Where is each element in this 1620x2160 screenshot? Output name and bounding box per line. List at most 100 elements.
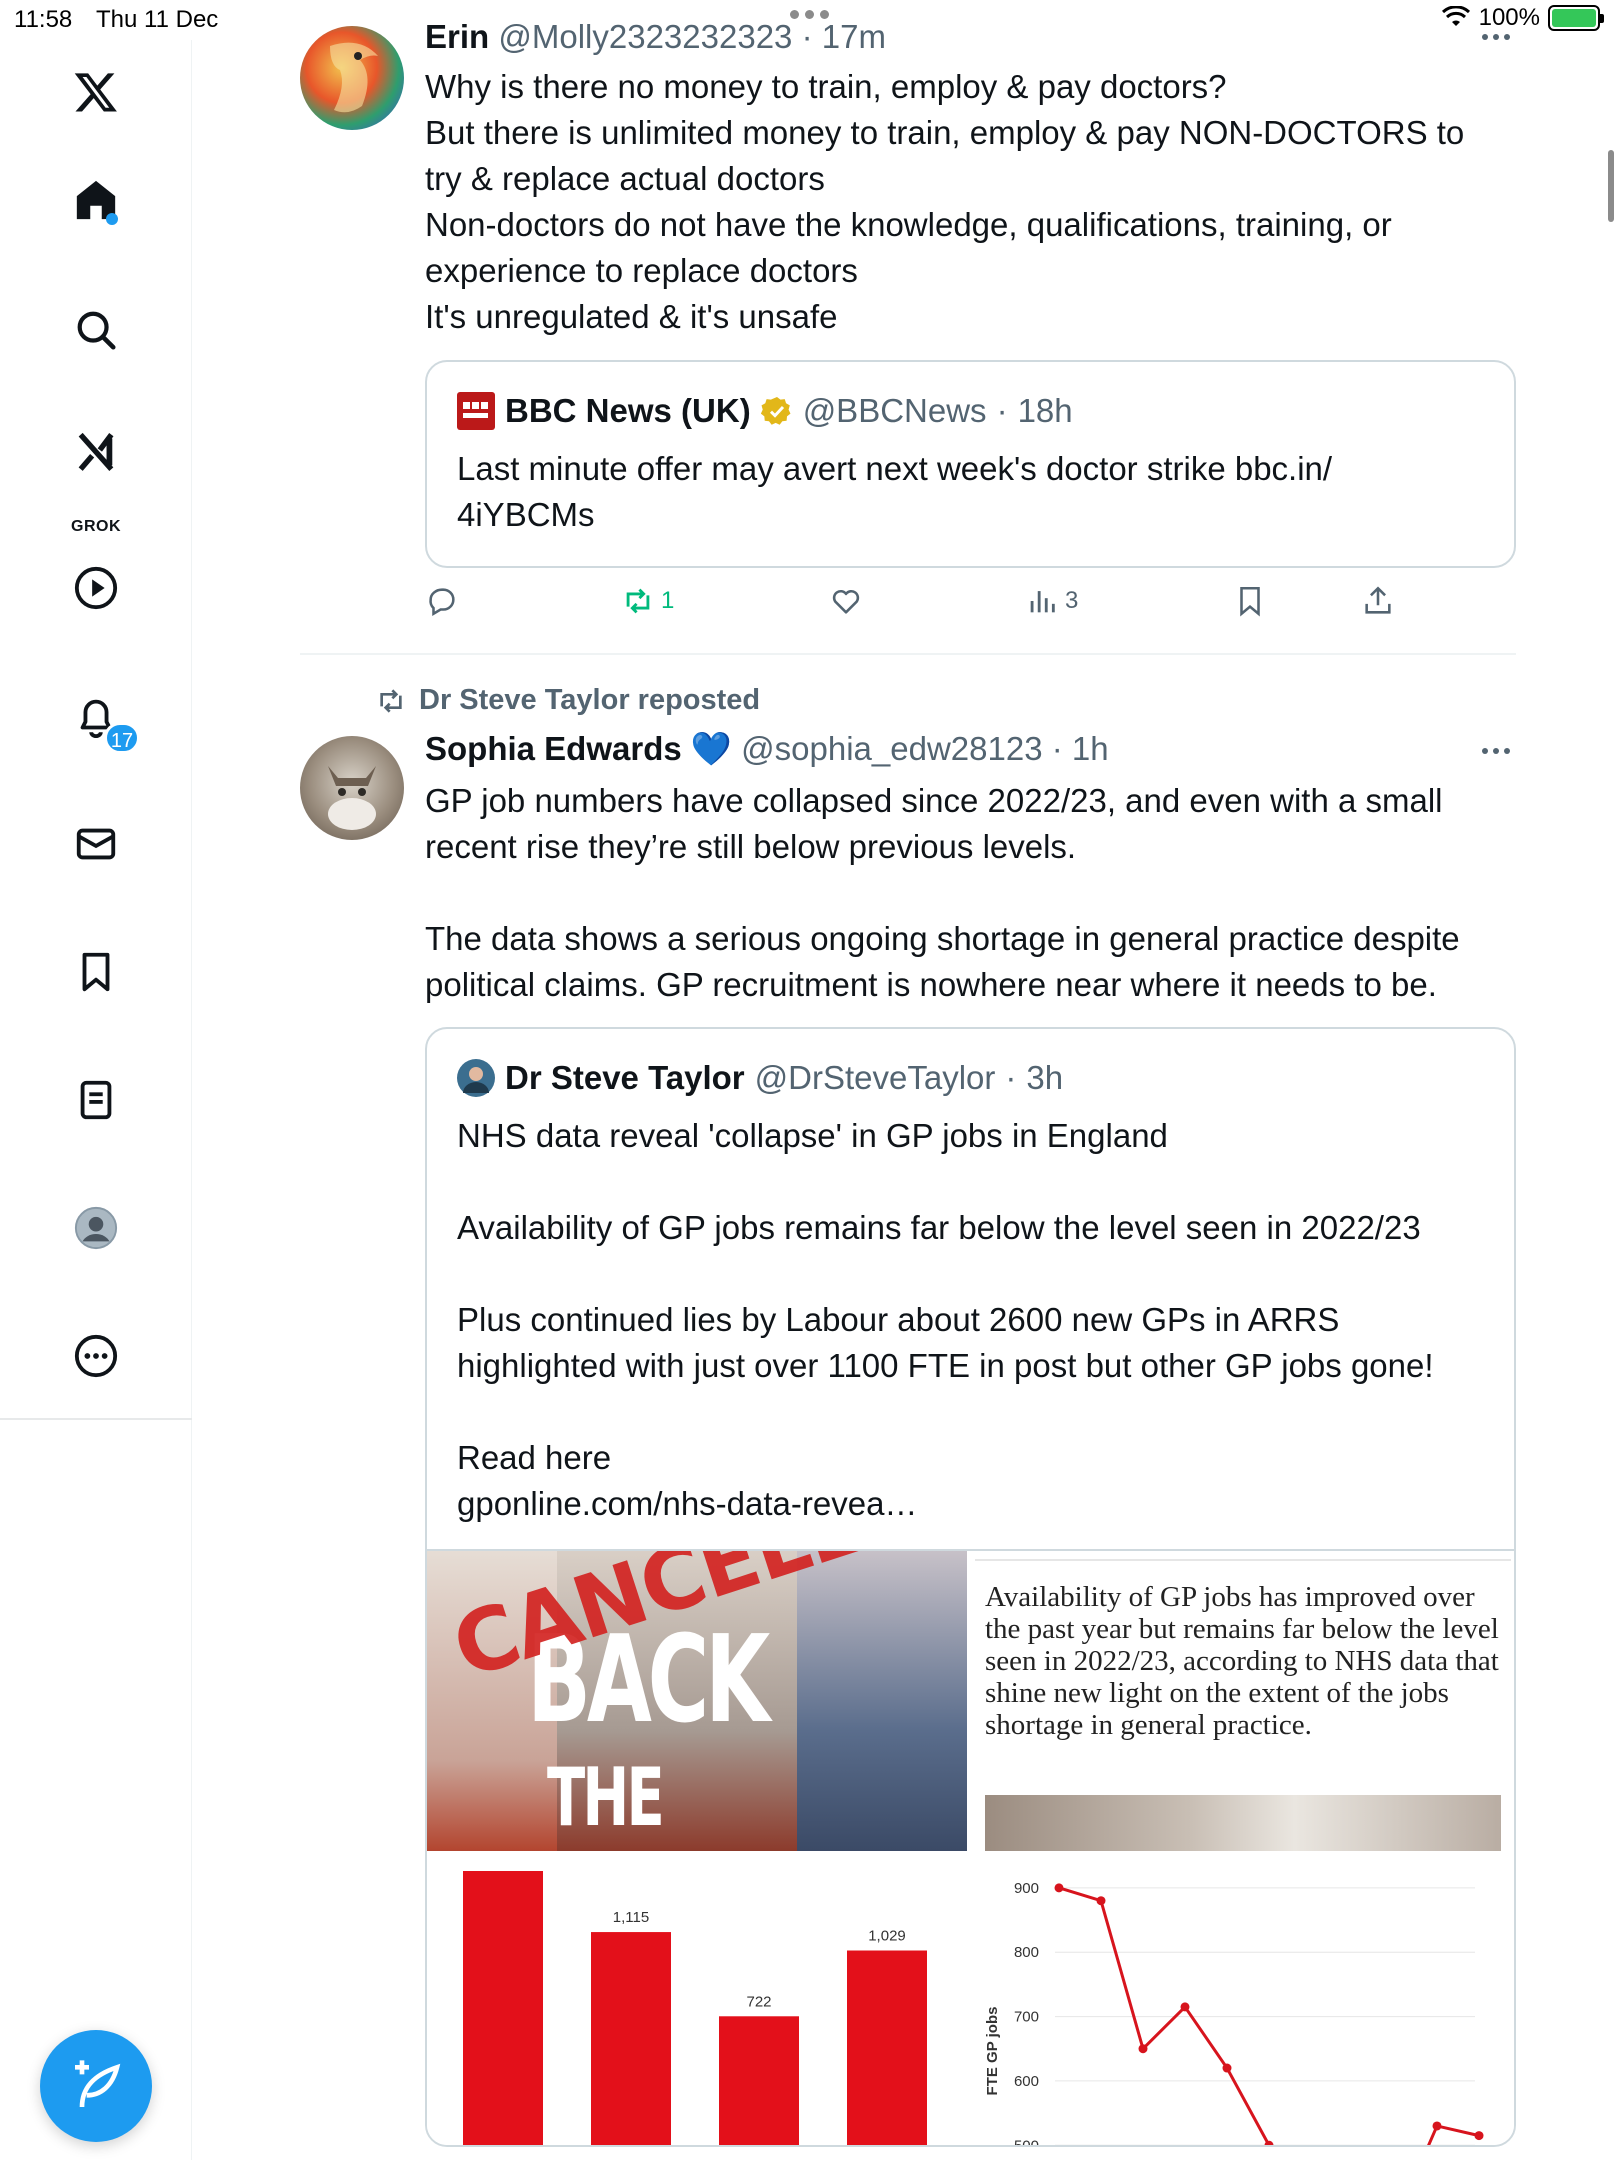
- bar-chart: 1,115 722 1,029: [427, 1851, 967, 2145]
- article-link[interactable]: gponline.com/nhs-data-revea…: [457, 1481, 1507, 1527]
- tweet-time[interactable]: 17m: [822, 18, 886, 55]
- notifications-badge: 17: [104, 722, 140, 754]
- compose-icon: [75, 2060, 121, 2108]
- article-photo-strip: [985, 1795, 1501, 1851]
- quote-author-name: BBC News (UK): [505, 392, 751, 429]
- bookmark-icon[interactable]: [66, 942, 126, 1002]
- time-separator: ·: [1042, 730, 1072, 767]
- more-icon[interactable]: [66, 1326, 126, 1386]
- tweet-erin-actions: 1 3: [425, 584, 1425, 628]
- line-chart-svg: 900 800 700 600 500 FTE GP jobs: [984, 1880, 1484, 2145]
- views-count: 3: [1065, 587, 1079, 614]
- quote-line: Availability of GP jobs remains far belo…: [457, 1209, 1421, 1246]
- views-button[interactable]: 3: [1025, 584, 1078, 618]
- repost-indicator[interactable]: Dr Steve Taylor reposted: [375, 684, 760, 717]
- retweet-button[interactable]: 1: [621, 584, 674, 618]
- compose-button[interactable]: [40, 2030, 152, 2142]
- article-image: BACK THE FAMILY CANCELLED: [427, 1551, 967, 1851]
- repost-label: Dr Steve Taylor reposted: [419, 684, 761, 716]
- quote-line: Read here: [457, 1439, 612, 1476]
- y-axis-label: FTE GP jobs: [984, 2007, 1001, 2096]
- text-line: Non-doctors do not have the knowledge, q…: [425, 206, 1392, 243]
- tweet-sophia-text: GP job numbers have collapsed since 2022…: [425, 778, 1515, 1008]
- quote-time: 18h: [1017, 392, 1073, 429]
- line-point: [1432, 2121, 1442, 2131]
- heart-icon: [832, 589, 860, 614]
- line-point: [1054, 1883, 1064, 1893]
- tweet-sophia-header: Sophia Edwards 💙 @sophia_edw28123 · 1h: [425, 730, 1109, 769]
- quote-text: NHS data reveal 'collapse' in GP jobs in…: [457, 1113, 1507, 1527]
- y-tick-label: 700: [1014, 2009, 1039, 2026]
- mail-icon[interactable]: [66, 814, 126, 874]
- bookmark-outline-icon: [1240, 586, 1260, 617]
- quote-line: highlighted with just over 1100 FTE in p…: [457, 1347, 1434, 1384]
- gold-verified-icon: [760, 397, 791, 425]
- line-point: [1096, 1896, 1106, 1906]
- text-line: Why is there no money to train, employ &…: [425, 68, 1227, 105]
- quote-header: BBC News (UK) @BBCNews · 18h: [457, 392, 1073, 430]
- quoted-tweet-steve[interactable]: Dr Steve Taylor @DrSteveTaylor · 3h NHS …: [425, 1027, 1516, 2147]
- bbc-news-logo-icon: [457, 392, 495, 430]
- cat-avatar-icon: [328, 766, 376, 830]
- share-button[interactable]: [1361, 584, 1395, 618]
- line-point: [1138, 2044, 1148, 2054]
- image-word: THE FAMILY: [547, 1751, 752, 1851]
- reply-icon: [429, 588, 455, 617]
- line-point: [1222, 2063, 1232, 2073]
- steve-avatar-icon: [457, 1059, 495, 1097]
- text-line: But there is unlimited money to train, e…: [425, 114, 1465, 151]
- article-preview[interactable]: BACK THE FAMILY CANCELLED Availability o…: [427, 1549, 1514, 2145]
- time-separator: ·: [792, 18, 822, 55]
- grok-label: GROK: [71, 518, 121, 535]
- bar-chart-svg: 1,115 722 1,029: [463, 1871, 927, 2145]
- tweet-erin-header: Erin @Molly2323232323 · 17m: [425, 18, 886, 56]
- sidebar: GROK 17: [0, 40, 192, 2160]
- text-line: political claims. GP recruitment is nowh…: [425, 966, 1437, 1003]
- bar-data-label: 722: [746, 1993, 771, 2010]
- quote-line: Plus continued lies by Labour about 2600…: [457, 1301, 1340, 1338]
- scrollbar[interactable]: [1608, 150, 1614, 222]
- author-handle[interactable]: @sophia_edw28123: [741, 730, 1042, 767]
- bar-data-label: 1,115: [613, 1909, 649, 1926]
- quote-header: Dr Steve Taylor @DrSteveTaylor · 3h: [457, 1059, 1063, 1097]
- article-summary: Availability of GP jobs has improved ove…: [985, 1581, 1499, 1741]
- search-icon[interactable]: [66, 300, 126, 360]
- video-icon[interactable]: [66, 558, 126, 618]
- author-handle[interactable]: @Molly2323232323: [498, 18, 792, 55]
- quote-line: 4iYBCMs: [457, 496, 595, 533]
- grok-icon[interactable]: [66, 420, 126, 480]
- repost-icon: [380, 688, 402, 713]
- quote-line: NHS data reveal 'collapse' in GP jobs in…: [457, 1117, 1168, 1154]
- like-button[interactable]: [829, 584, 863, 618]
- line-point: [1474, 2131, 1484, 2141]
- profile-icon[interactable]: [66, 1198, 126, 1258]
- quote-author-name: Dr Steve Taylor: [505, 1059, 745, 1096]
- eagle-avatar-icon: [330, 42, 378, 113]
- tweet-time[interactable]: 1h: [1072, 730, 1109, 767]
- line-chart: 900 800 700 600 500 FTE GP jobs: [975, 1851, 1514, 2145]
- text-line: The data shows a serious ongoing shortag…: [425, 920, 1460, 957]
- share-icon: [1365, 586, 1391, 614]
- quote-text: Last minute offer may avert next week's …: [457, 446, 1497, 538]
- chart-bar: [847, 1950, 927, 2145]
- views-icon: [1030, 591, 1055, 613]
- chart-bar: [719, 2016, 799, 2145]
- quote-time: 3h: [1026, 1059, 1064, 1096]
- author-name[interactable]: Sophia Edwards: [425, 730, 682, 767]
- author-name[interactable]: Erin: [425, 18, 489, 55]
- bookmark-button[interactable]: [1233, 584, 1267, 618]
- tweet-more-button[interactable]: [1482, 748, 1510, 754]
- quote-author-handle: @BBCNews: [802, 392, 987, 429]
- y-tick-label: 600: [1014, 2073, 1039, 2090]
- timeline: Erin @Molly2323232323 · 17m Why is there…: [192, 0, 1620, 2160]
- list-icon[interactable]: [66, 1070, 126, 1130]
- reply-button[interactable]: [425, 584, 459, 618]
- quoted-tweet-bbc[interactable]: BBC News (UK) @BBCNews · 18h Last minute…: [425, 360, 1516, 568]
- bar-data-label: 1,029: [868, 1928, 906, 1945]
- avatar-sophia[interactable]: [300, 736, 404, 840]
- quote-line: Last minute offer may avert next week's …: [457, 450, 1333, 487]
- tweet-more-button[interactable]: [1482, 34, 1510, 40]
- avatar-erin[interactable]: [300, 26, 404, 130]
- x-logo-icon[interactable]: [66, 62, 126, 122]
